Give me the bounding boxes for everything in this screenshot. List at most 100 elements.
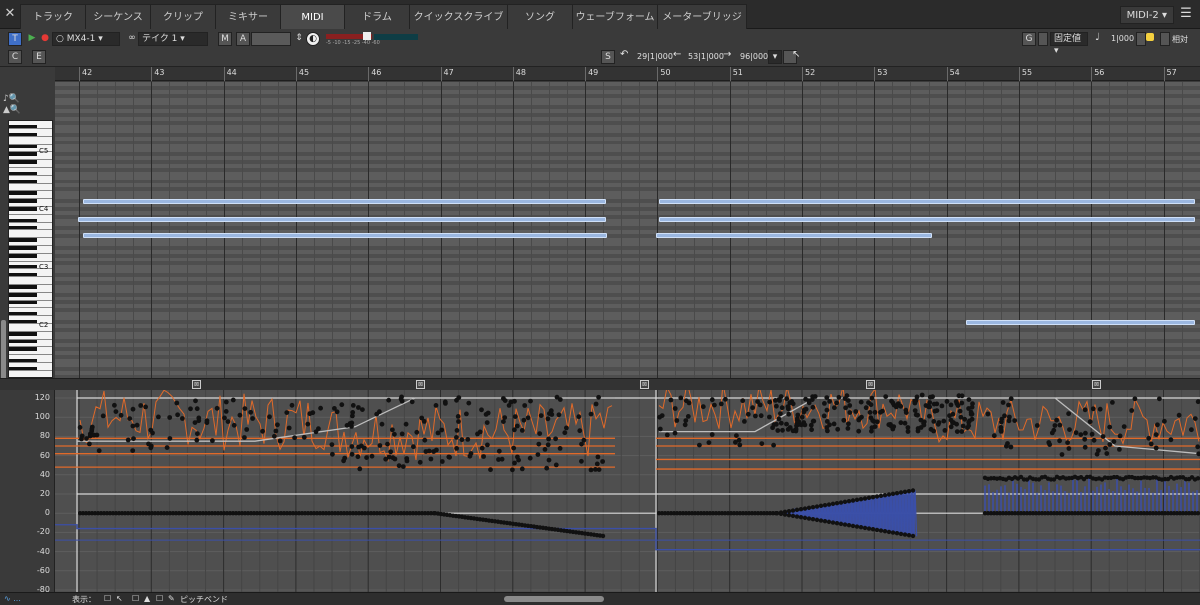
lane-toggle-icon[interactable]: ⊠ <box>1092 380 1101 389</box>
c-button[interactable]: C <box>8 50 22 64</box>
menu-icon[interactable]: ☰ <box>1178 6 1194 22</box>
track-toggle-button[interactable]: T <box>8 32 22 46</box>
stepper-icon[interactable]: ⇕ <box>292 32 306 46</box>
controller-lane[interactable] <box>55 390 1200 592</box>
pointer-icon[interactable]: ↖ <box>792 49 800 60</box>
tab-drum[interactable]: ドラム <box>344 4 410 29</box>
controller-event <box>267 414 272 420</box>
controller-event <box>890 400 896 406</box>
pointer-tool-icon[interactable]: ↖ <box>116 594 123 603</box>
piano-keyboard[interactable]: C5 C4 C3 C2 <box>8 120 53 378</box>
link-icon[interactable]: ∞ <box>125 32 139 46</box>
lane-toggle-icon[interactable]: ⊠ <box>640 380 649 389</box>
position-end[interactable]: 96|000 <box>740 52 768 61</box>
controller-event <box>138 403 144 408</box>
take-select[interactable]: テイク 1 ▾ <box>138 32 208 46</box>
note-grid[interactable] <box>55 82 1200 378</box>
black-key[interactable] <box>9 199 37 203</box>
track-select[interactable]: ○ MX4-1 ▾ <box>52 32 120 46</box>
controller-event <box>222 415 227 421</box>
controller-event <box>824 407 830 413</box>
controller-event <box>225 419 231 424</box>
lane-view-icon[interactable]: ∿ ... <box>4 594 21 603</box>
horizontal-scrollbar[interactable] <box>504 596 604 602</box>
position-dropdown[interactable]: ▾ <box>768 50 782 64</box>
tab-clip[interactable]: クリップ <box>150 4 216 29</box>
volume-fader-handle[interactable] <box>363 32 371 40</box>
beat-line <box>1145 82 1147 378</box>
lane-toggle-icon[interactable]: ⊠ <box>416 380 425 389</box>
note-zoom-icon[interactable]: ♪🔍 <box>3 94 20 104</box>
value-field[interactable] <box>251 32 291 46</box>
controller-event <box>1153 432 1159 437</box>
midi-note[interactable] <box>966 320 1195 325</box>
midi-note[interactable] <box>659 199 1195 204</box>
black-key[interactable] <box>9 253 37 258</box>
controller-event <box>1195 476 1200 481</box>
fixed-checkbox[interactable] <box>1038 32 1048 46</box>
black-key[interactable] <box>9 206 37 211</box>
beat-line <box>693 82 695 378</box>
position-mid[interactable]: 53|1|000 <box>688 52 724 61</box>
controller-event <box>834 500 840 506</box>
black-key[interactable] <box>9 347 37 352</box>
position-start[interactable]: 29|1|000 <box>637 52 673 61</box>
black-key[interactable] <box>9 300 37 305</box>
lane-toggle-icon[interactable]: ⊠ <box>866 380 875 389</box>
display-checkbox-1[interactable]: ☐ <box>104 594 111 603</box>
black-key[interactable] <box>9 144 37 149</box>
s-button[interactable]: S <box>601 50 615 64</box>
black-key[interactable] <box>9 160 37 164</box>
relative-checkbox[interactable] <box>1160 32 1170 46</box>
lane-toggle-icon[interactable]: ⊠ <box>192 380 201 389</box>
black-key[interactable] <box>9 245 37 250</box>
velocity-tool-icon[interactable]: ▲ <box>144 594 150 603</box>
velocity-zoom-icon[interactable]: ▲🔍 <box>3 105 21 115</box>
midi-note[interactable] <box>83 199 606 204</box>
window-menu[interactable]: MIDI-2 ▾ <box>1119 6 1174 24</box>
black-key[interactable] <box>9 292 37 297</box>
midi-note[interactable] <box>656 233 932 238</box>
record-icon[interactable]: ● <box>38 32 52 46</box>
tab-midi[interactable]: MIDI <box>280 4 345 29</box>
black-key[interactable] <box>9 238 37 242</box>
controller-graph[interactable] <box>55 390 1200 592</box>
tab-quickscribe[interactable]: クイックスクライブ <box>409 4 508 29</box>
g-button[interactable]: G <box>1022 32 1036 46</box>
m-button[interactable]: M <box>218 32 232 46</box>
pan-knob[interactable]: ◐ <box>306 32 320 46</box>
fixed-value-select[interactable]: 固定値 ▾ <box>1050 32 1088 56</box>
midi-note[interactable] <box>659 217 1195 222</box>
play-icon[interactable]: ▶ <box>25 32 39 46</box>
controller-event <box>479 445 485 451</box>
tab-sequence[interactable]: シーケンス <box>85 4 151 29</box>
note-length[interactable]: 1|000 <box>1111 34 1134 43</box>
tab-mixer[interactable]: ミキサー <box>215 4 281 29</box>
midi-note[interactable] <box>83 233 607 238</box>
tab-waveform[interactable]: ウェーブフォーム <box>572 4 658 29</box>
tab-song[interactable]: ソング <box>507 4 573 29</box>
midi-note[interactable] <box>78 217 606 222</box>
controller-event <box>467 453 473 459</box>
black-key[interactable] <box>9 339 37 344</box>
beat-line <box>747 82 749 378</box>
bar-ruler[interactable]: 42 43 44 45 46 47 48 49 50 51 52 53 54 55 56 57 <box>55 67 1200 81</box>
black-key[interactable] <box>9 284 37 289</box>
controller-event <box>1146 435 1152 441</box>
undo-icon[interactable]: ↶ <box>620 49 628 60</box>
black-key[interactable] <box>9 191 37 196</box>
black-key[interactable] <box>9 331 37 336</box>
color-swatch[interactable] <box>1146 33 1154 41</box>
a-button[interactable]: A <box>236 32 250 46</box>
display-checkbox-3[interactable]: ☐ <box>156 594 163 603</box>
quantize-checkbox[interactable] <box>1136 32 1146 46</box>
lane-type-select[interactable]: ピッチベンド <box>180 594 228 605</box>
tab-track[interactable]: トラック <box>20 4 86 29</box>
display-checkbox-2[interactable]: ☐ <box>132 594 139 603</box>
e-button[interactable]: E <box>32 50 46 64</box>
black-key[interactable] <box>9 152 37 157</box>
controller-event <box>96 448 102 454</box>
tab-meterbridge[interactable]: メーターブリッジ <box>657 4 747 29</box>
close-icon[interactable]: ✕ <box>2 6 18 22</box>
pencil-icon[interactable]: ✎ <box>168 594 175 603</box>
